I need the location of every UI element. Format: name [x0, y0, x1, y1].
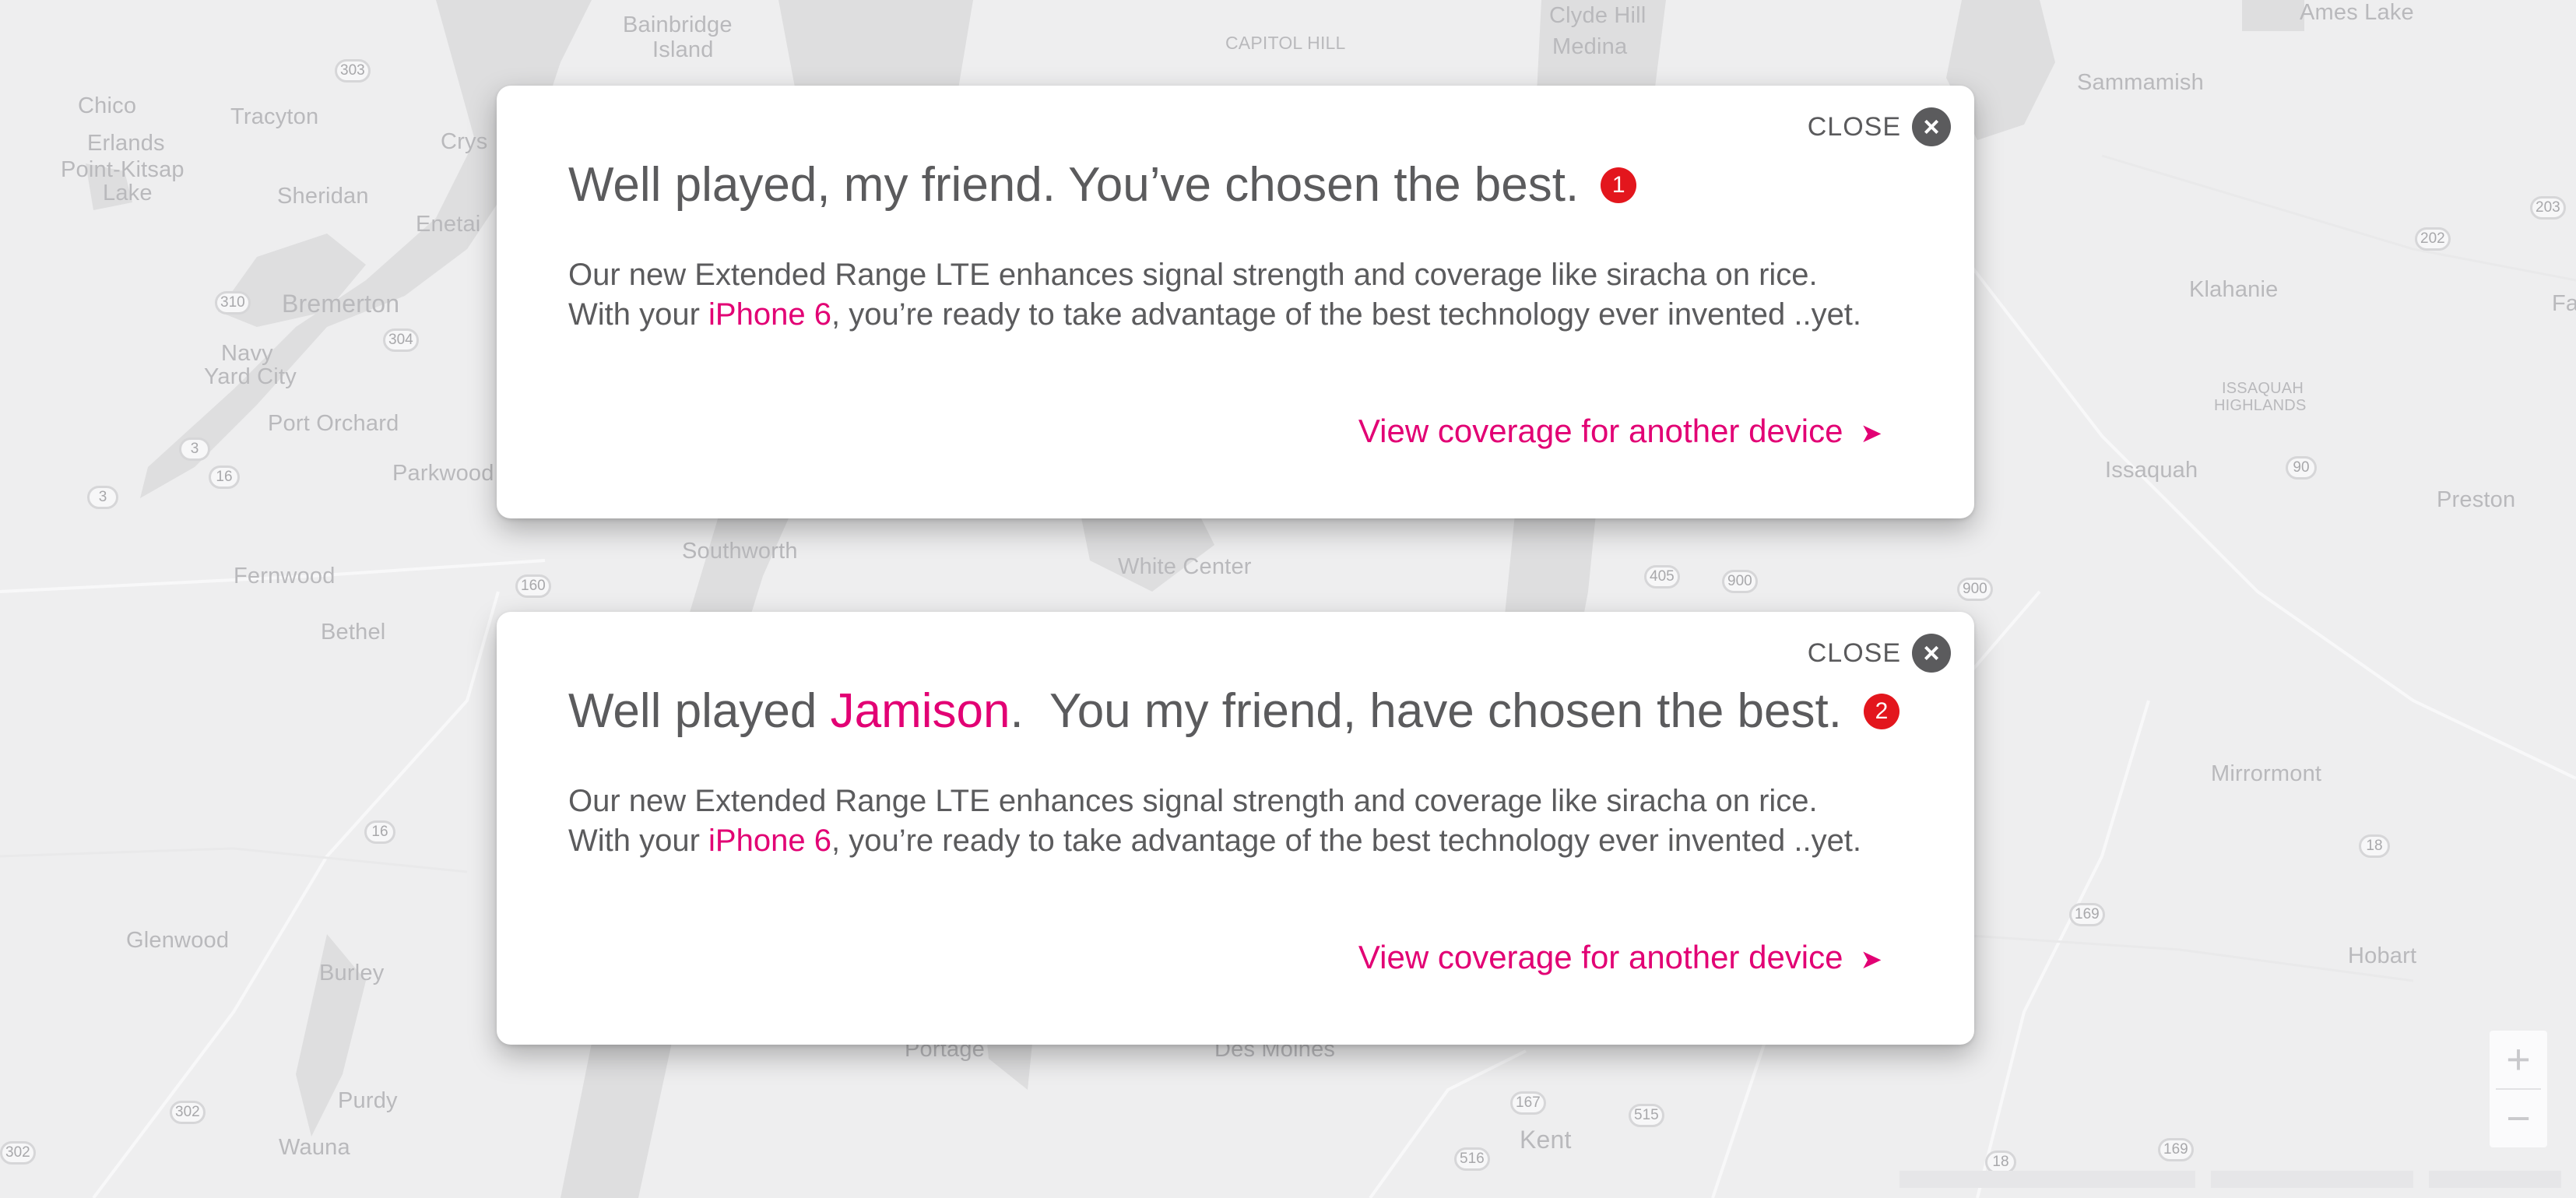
map-place-label: ISSAQUAH [2222, 380, 2304, 397]
map-place-label: White Center [1118, 554, 1252, 579]
route-shield: 169 [2158, 1138, 2194, 1161]
view-other-device-link[interactable]: View coverage for another device ➤ [1358, 939, 1882, 976]
close-button[interactable]: CLOSE × [1808, 107, 1951, 146]
route-shield: 169 [2069, 903, 2105, 926]
modal-headline: Well played, my friend. You’ve chosen th… [568, 157, 1637, 213]
map-place-label: Klahanie [2189, 277, 2279, 302]
map-place-label: Burley [319, 961, 385, 985]
map-place-label: Kent [1520, 1126, 1572, 1154]
map-place-label: Yard City [204, 364, 297, 389]
map-place-label: Chico [78, 93, 137, 118]
modal-body: Our new Extended Range LTE enhances sign… [568, 255, 1861, 335]
map-place-label: Lake [103, 181, 153, 206]
map-place-label: Parkwood [392, 461, 494, 486]
cta-label: View coverage for another device [1358, 413, 1843, 449]
zoom-out-button[interactable]: − [2490, 1090, 2547, 1147]
map-place-label: CAPITOL HILL [1225, 33, 1346, 53]
close-label: CLOSE [1807, 638, 1901, 668]
route-shield: 3 [179, 437, 210, 461]
body-line-2-prefix: With your [568, 824, 709, 858]
body-line-1: Our new Extended Range LTE enhances sign… [568, 258, 1818, 292]
route-shield: 160 [515, 574, 551, 598]
close-icon[interactable]: × [1912, 634, 1951, 673]
step-badge: 1 [1601, 167, 1637, 203]
map-place-label: Tracyton [230, 104, 319, 129]
map-place-label: Erlands [87, 131, 165, 156]
route-shield: 202 [2415, 227, 2451, 251]
map-place-label: Island [652, 37, 714, 62]
close-icon[interactable]: × [1912, 107, 1951, 146]
map-scale-bar [1899, 1171, 2195, 1188]
route-shield: 515 [1629, 1104, 1664, 1127]
route-shield: 16 [209, 465, 240, 489]
close-label: CLOSE [1807, 111, 1901, 142]
modal-headline: Well played Jamison. You my friend, have… [568, 683, 1899, 739]
route-shield: 303 [335, 59, 371, 83]
route-shield: 900 [1722, 570, 1758, 593]
map-place-label: Crys [441, 129, 488, 154]
body-line-2: With your iPhone 6, you’re ready to take… [568, 821, 1861, 861]
map-place-label: Glenwood [126, 928, 230, 953]
map-place-label: Southworth [682, 539, 798, 564]
route-shield: 302 [0, 1141, 36, 1165]
route-shield: 203 [2530, 196, 2566, 220]
route-shield: 304 [383, 328, 419, 352]
close-button[interactable]: CLOSE × [1808, 634, 1951, 673]
map-place-label: Navy [221, 341, 273, 366]
coverage-modal-2: CLOSE × Well played Jamison. You my frie… [497, 612, 1974, 1045]
arrow-right-icon: ➤ [1860, 945, 1883, 975]
map-place-label: Medina [1552, 34, 1628, 59]
headline-prefix: Well played [568, 684, 831, 738]
route-shield: 900 [1957, 578, 1993, 601]
device-name: iPhone 6 [708, 824, 831, 858]
map-place-label: Mirrormont [2211, 761, 2322, 786]
map-place-label: Bainbridge [623, 12, 733, 37]
map-place-label: Fernwood [234, 564, 336, 588]
body-line-2-suffix: , you’re ready to take advantage of the … [831, 824, 1862, 858]
view-other-device-link[interactable]: View coverage for another device ➤ [1358, 413, 1882, 450]
zoom-control: + − [2490, 1031, 2547, 1147]
body-line-2-prefix: With your [568, 297, 709, 332]
map-place-label: Sheridan [277, 184, 369, 209]
cta-label: View coverage for another device [1358, 939, 1843, 975]
map-place-label: Sammamish [2077, 70, 2204, 95]
map-place-label: Point-Kitsap [61, 157, 185, 182]
route-shield: 302 [170, 1101, 206, 1124]
zoom-in-button[interactable]: + [2490, 1031, 2547, 1088]
map-scale-bar [2211, 1171, 2413, 1188]
map-place-label: Ames Lake [2300, 0, 2414, 25]
map-place-label: Issaquah [2105, 458, 2198, 483]
route-shield: 3 [87, 486, 118, 509]
headline-text: Well played, my friend. You’ve chosen th… [568, 158, 1580, 212]
route-shield: 18 [2359, 834, 2390, 858]
map-place-label: HIGHLANDS [2214, 397, 2307, 414]
map-place-label: Hobart [2348, 943, 2417, 968]
user-name: Jamison [830, 684, 1010, 738]
route-shield: 90 [2286, 456, 2317, 480]
arrow-right-icon: ➤ [1860, 419, 1883, 448]
coverage-modal-1: CLOSE × Well played, my friend. You’ve c… [497, 86, 1974, 518]
map-place-label: Port Orchard [268, 411, 399, 436]
map-place-label: Enetai [416, 212, 481, 237]
map-place-label: Wauna [279, 1135, 350, 1160]
body-line-2-suffix: , you’re ready to take advantage of the … [831, 297, 1862, 332]
headline-suffix: . You my friend, have chosen the best. [1010, 684, 1842, 738]
route-shield: 405 [1644, 565, 1680, 588]
route-shield: 516 [1454, 1147, 1490, 1171]
step-badge: 2 [1863, 693, 1899, 729]
map-place-label: Bremerton [282, 290, 400, 318]
body-line-2: With your iPhone 6, you’re ready to take… [568, 295, 1861, 335]
modal-body: Our new Extended Range LTE enhances sign… [568, 782, 1861, 861]
route-shield: 167 [1510, 1091, 1546, 1115]
map-place-label: Bethel [321, 620, 386, 645]
device-name: iPhone 6 [708, 297, 831, 332]
map-place-label: Purdy [338, 1088, 398, 1113]
route-shield: 310 [215, 291, 251, 314]
map-place-label: Fa [2552, 291, 2576, 316]
route-shield: 16 [364, 820, 395, 844]
map-scale-bar [2429, 1171, 2561, 1188]
map-place-label: Clyde Hill [1549, 3, 1646, 28]
body-line-1: Our new Extended Range LTE enhances sign… [568, 784, 1818, 818]
map-place-label: Preston [2437, 487, 2516, 512]
